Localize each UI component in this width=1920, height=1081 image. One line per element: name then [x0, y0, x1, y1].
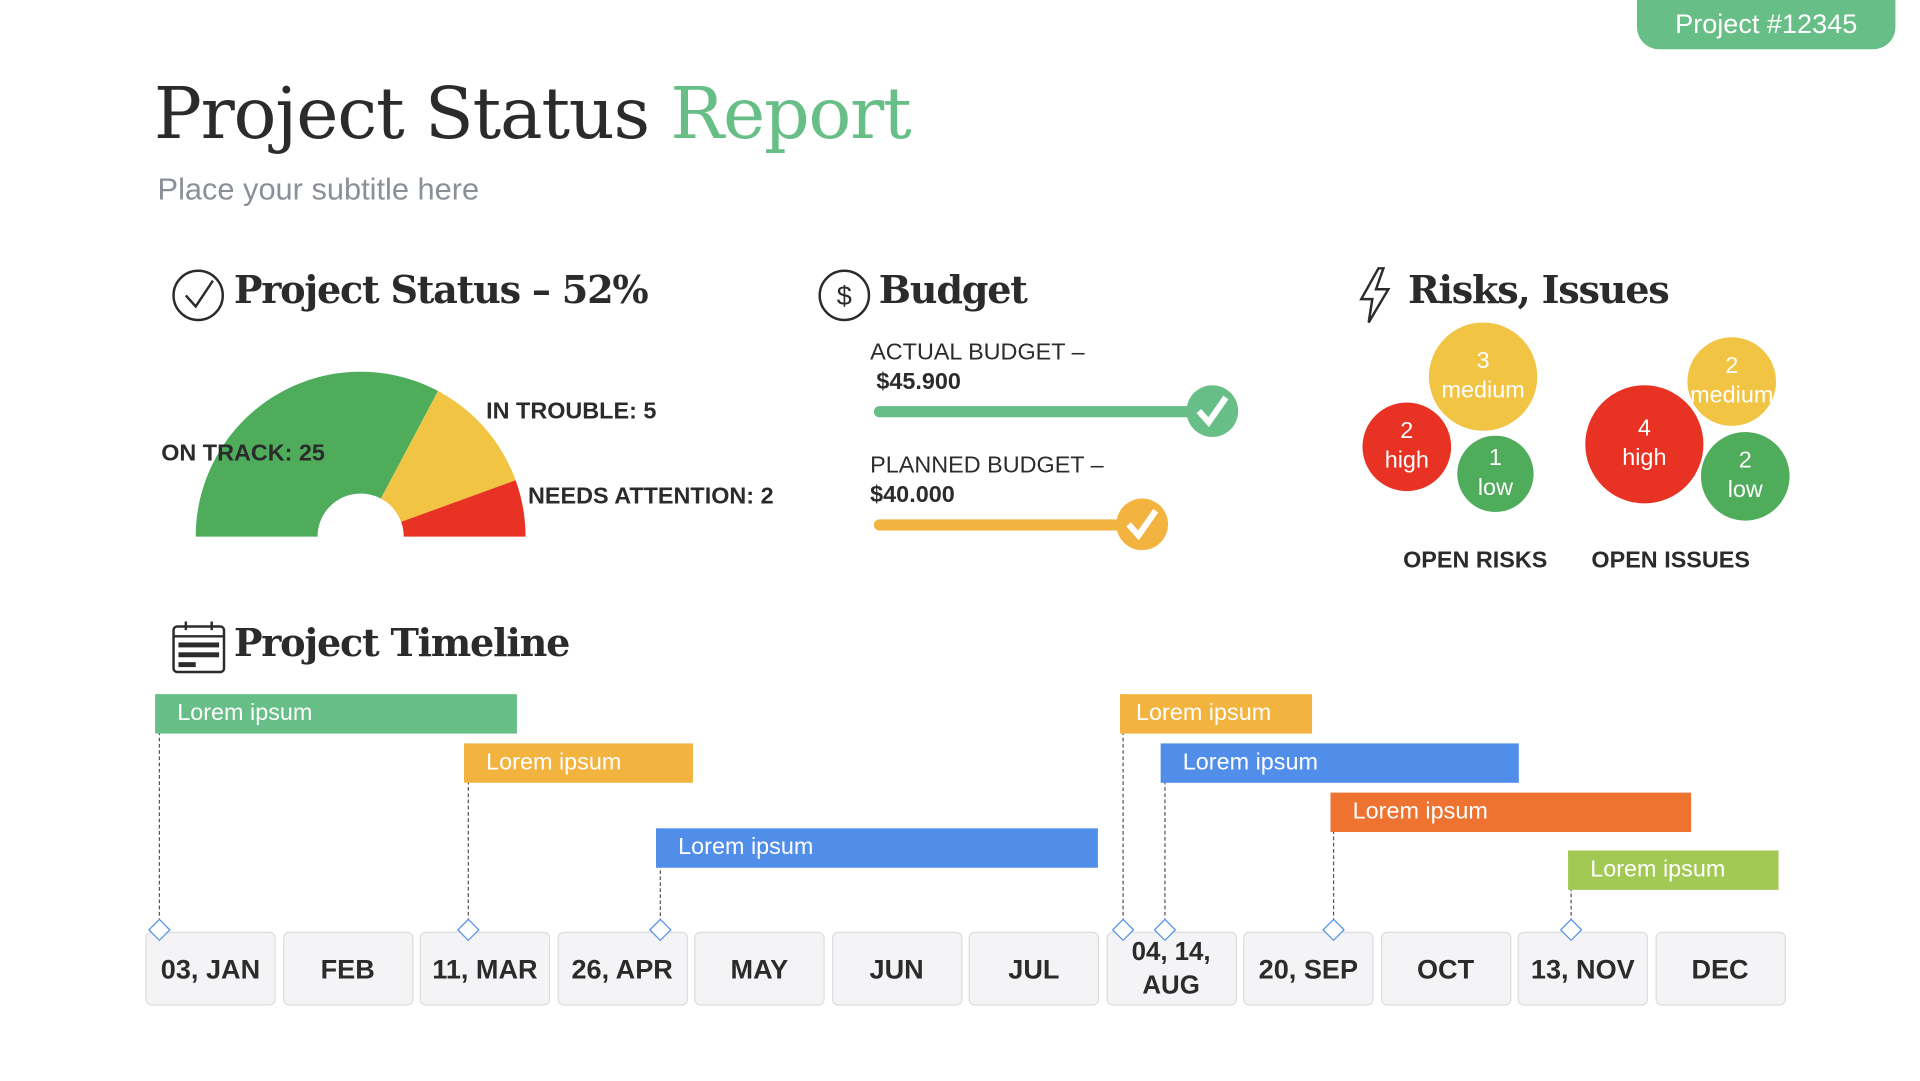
title-accent: Report [670, 71, 911, 156]
actual-budget-value: $45.900 [876, 369, 961, 396]
budget-heading: Budget [878, 268, 1028, 313]
bubble-count: 2 [1400, 418, 1414, 445]
bubble-level: high [1622, 445, 1667, 472]
in-trouble-label: IN TROUBLE: 5 [486, 398, 657, 425]
bubble-count: 2 [1738, 448, 1752, 474]
page-title: Project Status Report [153, 71, 912, 156]
bubble-level: low [1477, 475, 1513, 501]
issue-bubble-high: 4 high [1585, 385, 1704, 504]
project-status-heading: Project Status – 52% [233, 268, 649, 313]
bubble-count: 3 [1476, 348, 1490, 375]
month-cell: 20, SEP [1243, 931, 1374, 1006]
slide: Project #12345 Project Status Report Pla… [0, 0, 1920, 1081]
title-main: Project Status [153, 71, 671, 156]
open-risks-label: OPEN RISKS [1403, 547, 1548, 574]
bubble-level: high [1384, 448, 1429, 474]
actual-budget-label: ACTUAL BUDGET – [870, 339, 1085, 366]
bubble-count: 2 [1725, 353, 1739, 380]
planned-budget-bar [873, 519, 1135, 531]
task-bar[interactable]: Lorem ipsum [1160, 743, 1519, 783]
month-cell: 11, MAR [419, 931, 551, 1006]
calendar-icon [172, 621, 226, 674]
month-cell: 26, APR [556, 931, 688, 1006]
issue-bubble-medium: 2 medium [1687, 337, 1777, 426]
actual-budget-bar [873, 406, 1207, 418]
risk-bubble-high: 2 high [1362, 402, 1452, 492]
page-subtitle: Place your subtitle here [157, 172, 480, 207]
task-bar[interactable]: Lorem ipsum [1568, 850, 1779, 890]
month-cell: 04, 14, AUG [1105, 931, 1237, 1006]
month-cell: OCT [1380, 931, 1511, 1006]
planned-check-icon [1116, 498, 1169, 551]
project-id-badge: Project #12345 [1636, 0, 1896, 50]
month-cell: JUL [968, 931, 1100, 1006]
task-bar[interactable]: Lorem ipsum [656, 828, 1098, 868]
open-issues-label: OPEN ISSUES [1591, 547, 1750, 574]
issue-bubble-low: 2 low [1700, 432, 1790, 521]
task-bar[interactable]: Lorem ipsum [155, 694, 517, 734]
planned-budget-value: $40.000 [870, 482, 955, 509]
dollar-circle-icon: $ [818, 269, 871, 322]
month-cell: FEB [282, 931, 413, 1006]
task-bar[interactable]: Lorem ipsum [464, 743, 693, 783]
month-cell: 03, JAN [145, 931, 276, 1006]
month-cell: MAY [694, 931, 825, 1006]
actual-check-icon [1186, 385, 1239, 437]
project-timeline-heading: Project Timeline [233, 621, 571, 666]
month-cell: JUN [831, 931, 962, 1006]
lightning-icon [1359, 267, 1391, 324]
month-cell: 13, NOV [1517, 931, 1649, 1006]
risk-bubble-low: 1 low [1457, 435, 1534, 513]
bubble-level: medium [1690, 382, 1774, 409]
check-circle-icon [172, 269, 225, 322]
bubble-count: 4 [1637, 416, 1651, 442]
task-bar[interactable]: Lorem ipsum [1120, 694, 1313, 734]
month-cell: DEC [1654, 931, 1786, 1006]
needs-attention-label: NEEDS ATTENTION: 2 [528, 483, 774, 510]
risks-issues-heading: Risks, Issues [1408, 268, 1670, 313]
bubble-level: low [1727, 477, 1763, 504]
risk-bubble-medium: 3 medium [1428, 322, 1538, 431]
svg-text:$: $ [837, 280, 852, 311]
on-track-label: ON TRACK: 25 [161, 440, 325, 467]
bubble-count: 1 [1488, 445, 1502, 472]
planned-budget-label: PLANNED BUDGET – [870, 452, 1104, 479]
task-bar[interactable]: Lorem ipsum [1330, 792, 1692, 833]
bubble-level: medium [1441, 377, 1525, 404]
